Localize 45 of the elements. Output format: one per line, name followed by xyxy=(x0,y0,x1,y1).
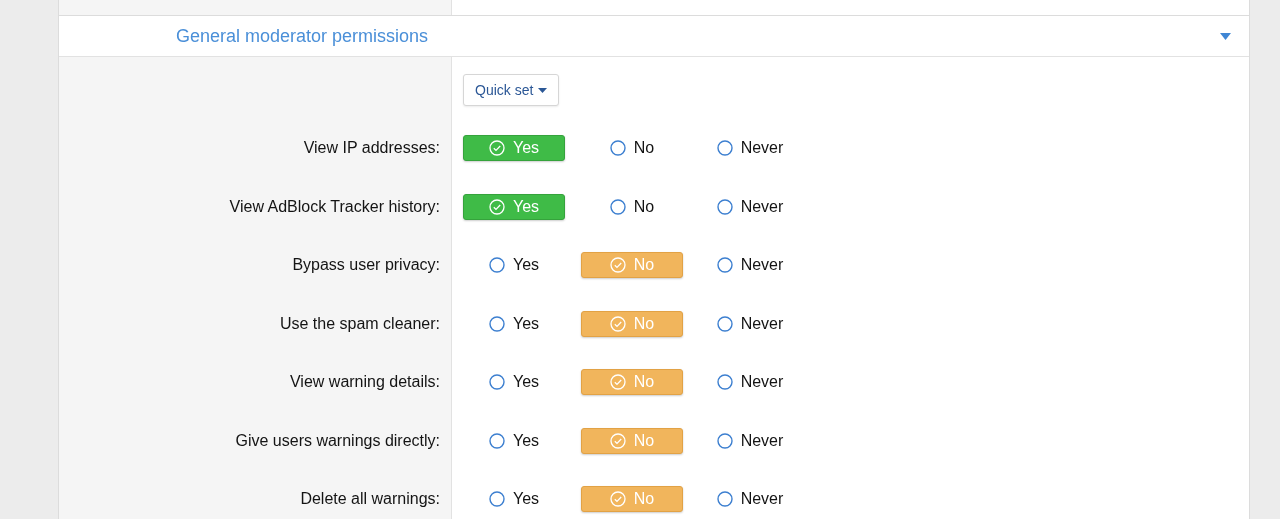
radio-icon xyxy=(488,257,505,274)
radio-option[interactable]: No xyxy=(581,135,683,162)
radio-icon xyxy=(609,140,626,157)
permission-label: Bypass user privacy: xyxy=(292,256,440,275)
radio-option[interactable]: Never xyxy=(699,135,801,162)
radio-icon xyxy=(488,432,505,449)
radio-option[interactable]: Never xyxy=(699,486,801,513)
radio-option[interactable]: Yes xyxy=(463,252,565,279)
radio-option[interactable]: Never xyxy=(699,193,801,220)
radio-icon xyxy=(609,198,626,215)
check-circle-icon xyxy=(609,257,626,274)
permission-label: Delete all warnings: xyxy=(300,490,440,509)
check-circle-icon xyxy=(609,315,626,332)
permission-label: Use the spam cleaner: xyxy=(279,314,440,333)
check-circle-icon xyxy=(609,432,626,449)
radio-option[interactable]: Yes xyxy=(463,369,565,396)
radio-icon xyxy=(488,315,505,332)
radio-icon xyxy=(716,315,733,332)
radio-option[interactable]: Yes xyxy=(463,310,565,337)
radio-icon xyxy=(716,432,733,449)
radio-option[interactable]: Never xyxy=(699,427,801,454)
radio-option[interactable]: Never xyxy=(699,369,801,396)
caret-icon xyxy=(1220,32,1231,40)
radio-icon xyxy=(716,140,733,157)
caret-icon xyxy=(538,87,548,93)
permission-label: View AdBlock Tracker history: xyxy=(229,197,440,216)
radio-option[interactable]: Yes xyxy=(463,427,565,454)
radio-icon xyxy=(716,198,733,215)
radio-option[interactable]: No xyxy=(581,193,683,220)
permission-label: View warning details: xyxy=(290,373,440,392)
radio-option[interactable]: Yes xyxy=(463,486,565,513)
radio-option[interactable]: Never xyxy=(699,252,801,279)
radio-icon xyxy=(488,374,505,391)
radio-icon xyxy=(716,491,733,508)
radio-option[interactable]: Never xyxy=(699,310,801,337)
radio-icon xyxy=(488,491,505,508)
radio-icon xyxy=(716,374,733,391)
check-circle-icon xyxy=(609,374,626,391)
permission-label: Give users warnings directly: xyxy=(235,431,440,450)
permission-label: View IP addresses: xyxy=(303,139,440,158)
radio-icon xyxy=(716,257,733,274)
check-circle-icon xyxy=(609,491,626,508)
check-circle-icon xyxy=(488,140,505,157)
check-circle-icon xyxy=(488,198,505,215)
quick-set-button[interactable]: Quick set xyxy=(463,74,560,106)
